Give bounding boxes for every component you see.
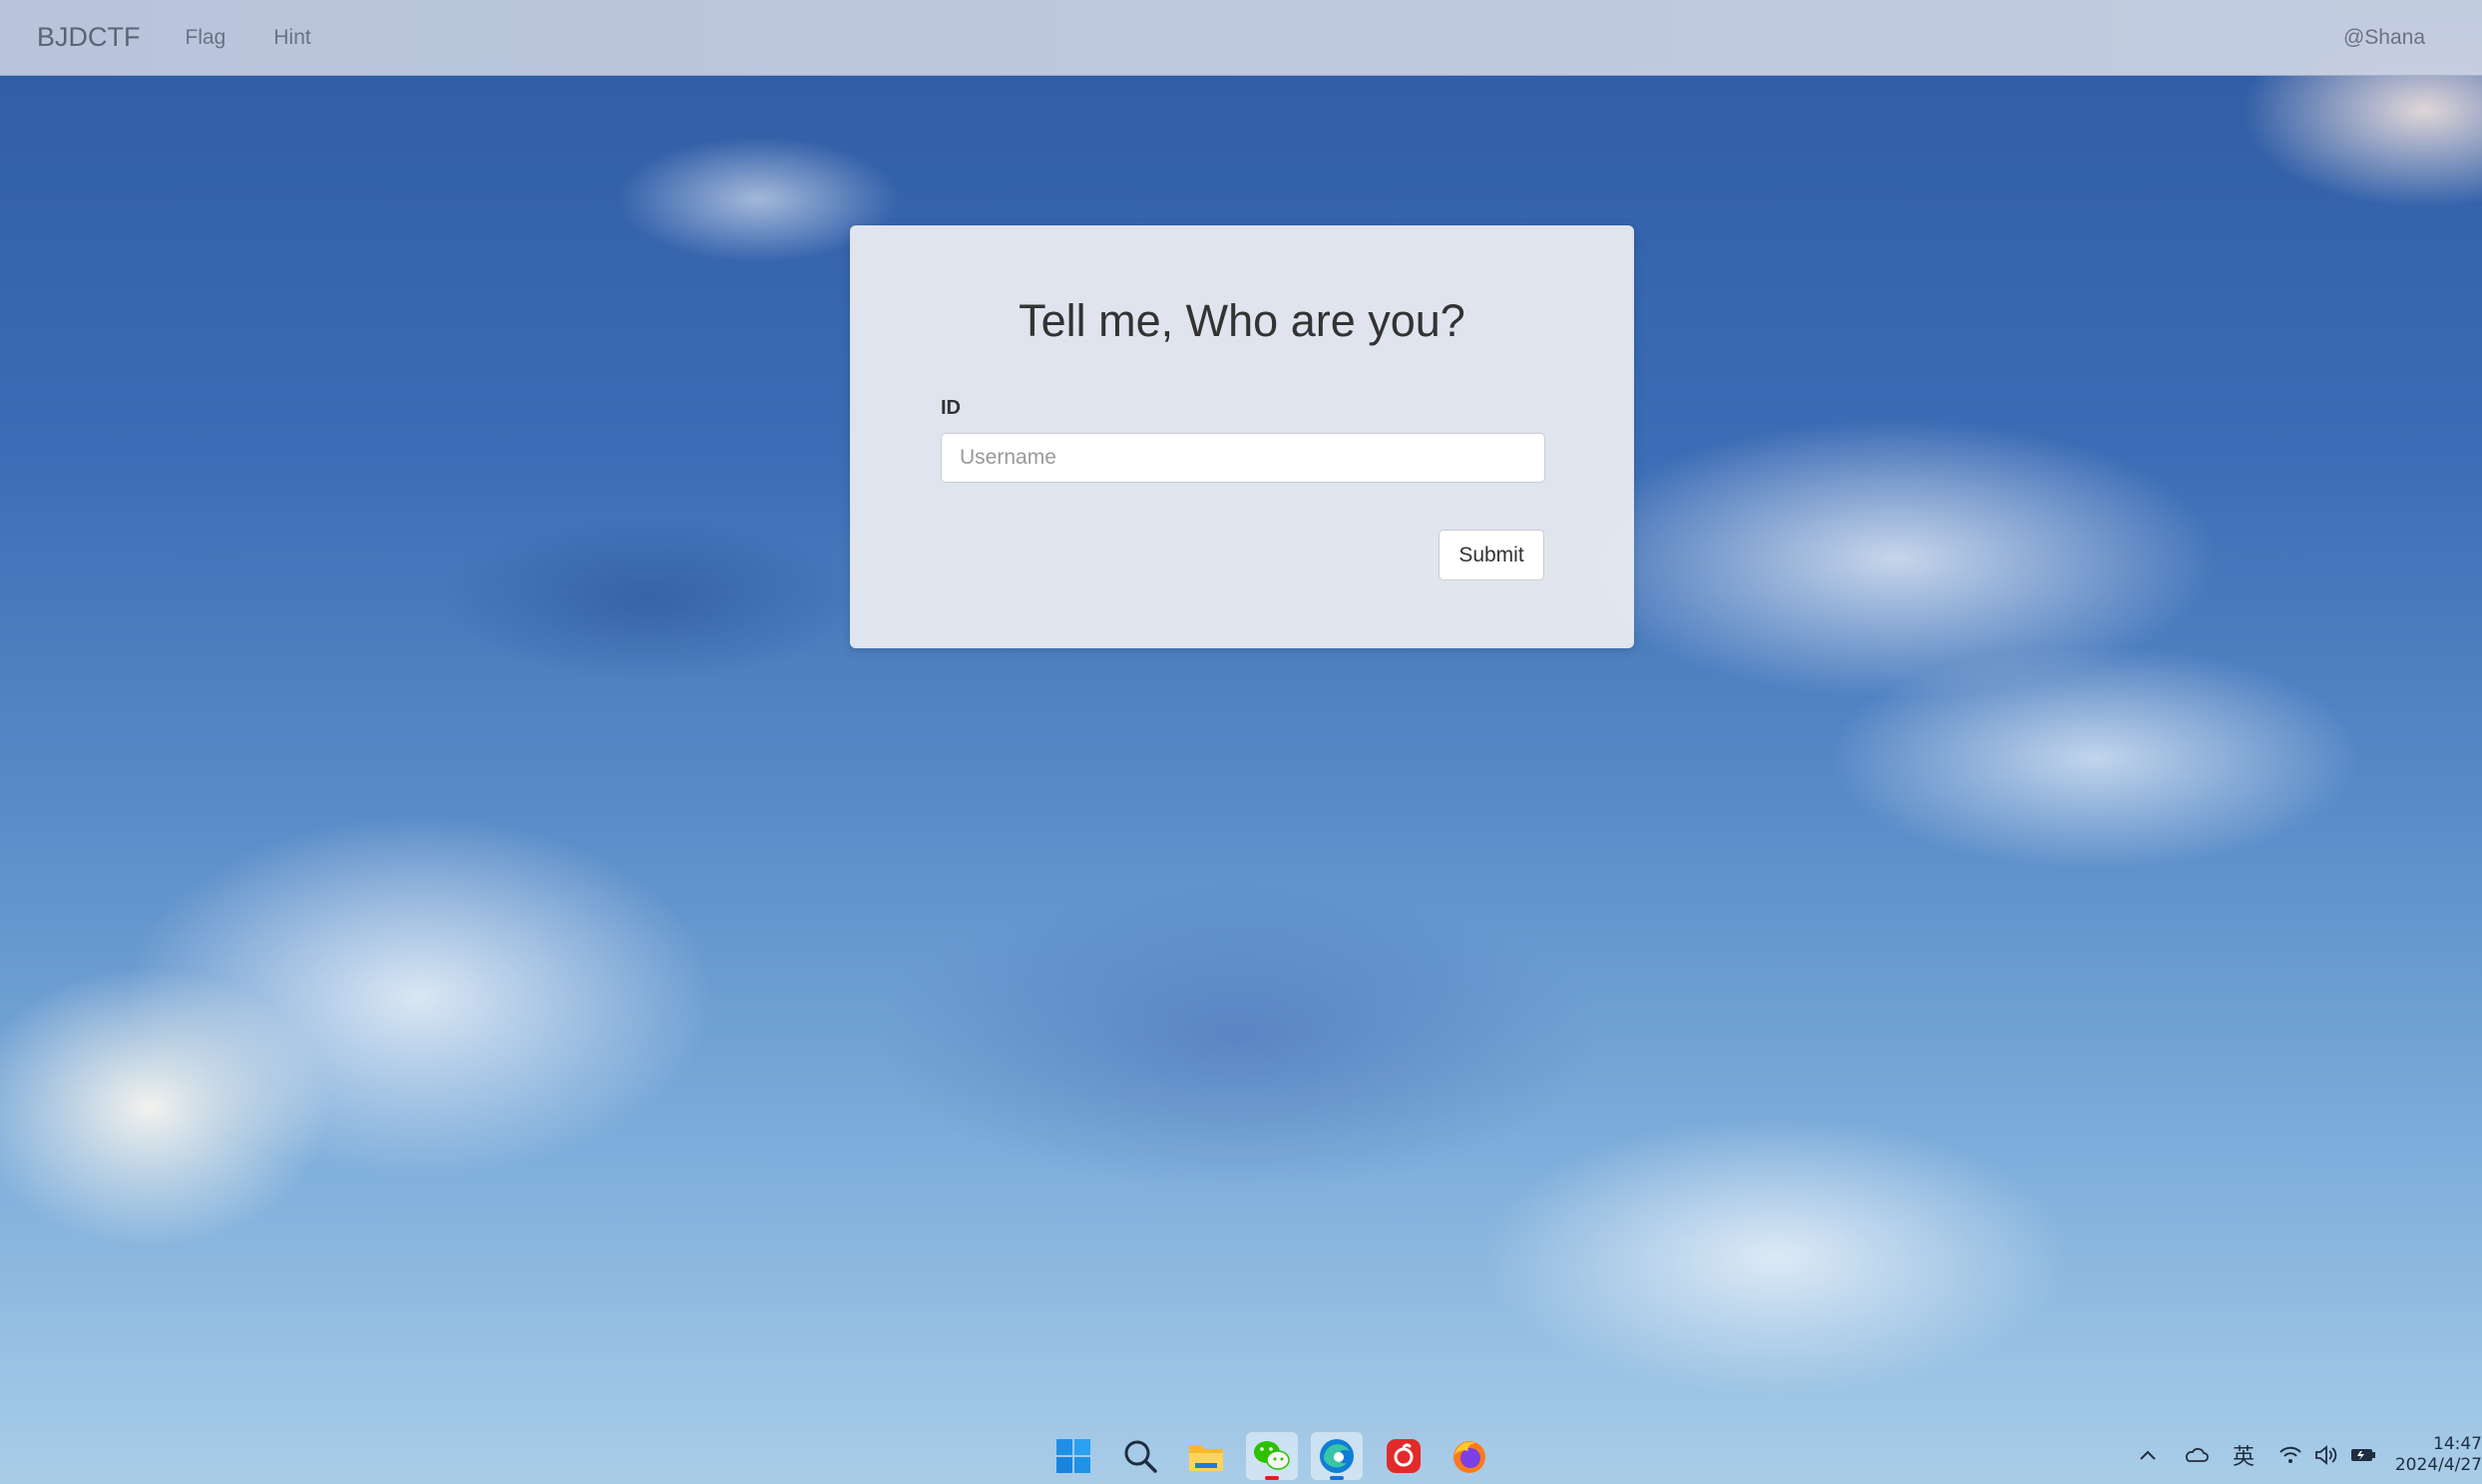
panel-title: Tell me, Who are you? bbox=[1019, 295, 1465, 346]
submit-button[interactable]: Submit bbox=[1439, 530, 1544, 580]
taskbar-clock[interactable]: 14:47 2024/4/27 bbox=[2395, 1434, 2482, 1476]
top-navbar: BJDCTF Flag Hint @Shana bbox=[0, 0, 2482, 76]
firefox-icon[interactable] bbox=[1444, 1432, 1495, 1480]
login-panel: Tell me, Who are you? ID Submit bbox=[850, 225, 1634, 648]
tray-overflow-chevron-icon[interactable] bbox=[2135, 1440, 2161, 1470]
netease-music-icon[interactable] bbox=[1378, 1432, 1430, 1480]
volume-icon[interactable] bbox=[2312, 1440, 2340, 1470]
user-link[interactable]: @Shana bbox=[2343, 26, 2425, 50]
username-input[interactable] bbox=[941, 433, 1545, 483]
nav-link-flag[interactable]: Flag bbox=[186, 26, 226, 50]
file-explorer-icon[interactable] bbox=[1180, 1432, 1232, 1480]
edge-browser-icon[interactable] bbox=[1311, 1432, 1363, 1480]
battery-icon[interactable] bbox=[2348, 1440, 2378, 1470]
clock-time: 14:47 bbox=[2433, 1434, 2482, 1454]
nav-link-hint[interactable]: Hint bbox=[273, 26, 310, 50]
input-method-indicator[interactable]: 英 bbox=[2229, 1440, 2259, 1470]
id-label: ID bbox=[941, 397, 961, 419]
windows-start-icon[interactable] bbox=[1047, 1432, 1099, 1480]
clock-date: 2024/4/27 bbox=[2394, 1455, 2482, 1475]
onedrive-cloud-icon[interactable] bbox=[2181, 1440, 2211, 1470]
taskbar: 英 14:47 2024/4/27 bbox=[0, 1426, 2482, 1484]
wifi-icon[interactable] bbox=[2276, 1440, 2304, 1470]
brand-link[interactable]: BJDCTF bbox=[37, 22, 141, 53]
wechat-icon[interactable] bbox=[1246, 1432, 1298, 1480]
edge-active-indicator bbox=[1330, 1476, 1344, 1480]
search-icon[interactable] bbox=[1114, 1432, 1166, 1480]
wechat-notification-indicator bbox=[1265, 1476, 1279, 1480]
